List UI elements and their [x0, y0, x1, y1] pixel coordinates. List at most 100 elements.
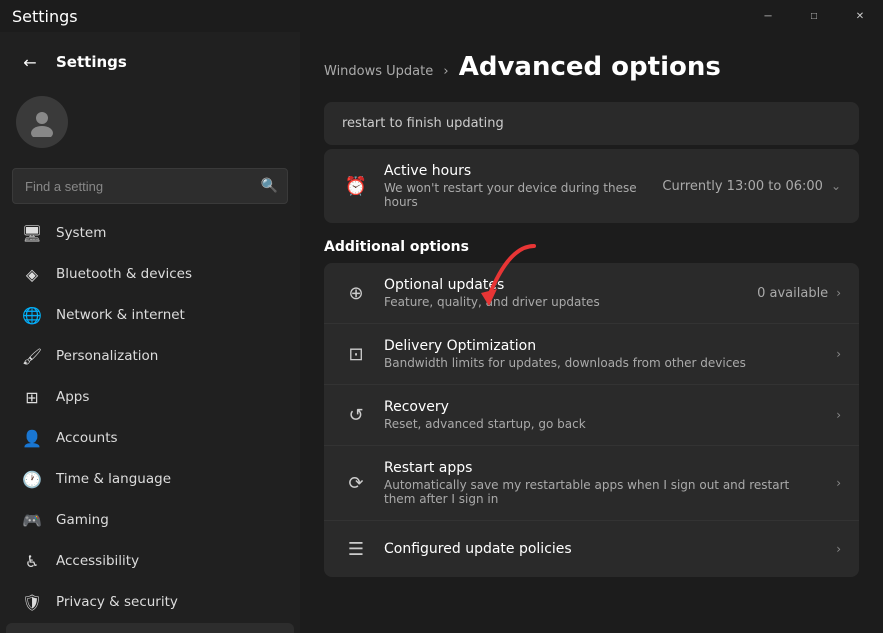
content-header: Windows Update › Advanced options	[324, 32, 859, 102]
page-title: Advanced options	[459, 52, 721, 82]
sidebar-item-system[interactable]: 🖥 System	[6, 213, 294, 253]
sidebar: ← Settings 🔍 🖥 System ◈ Bluetooth & devices…	[0, 32, 300, 633]
delivery-optimization-right: ›	[836, 347, 841, 361]
recovery-subtitle: Reset, advanced startup, go back	[384, 417, 822, 431]
sidebar-label-bluetooth: Bluetooth & devices	[56, 266, 192, 282]
active-hours-value: Currently 13:00 to 06:00	[662, 179, 823, 194]
search-box: 🔍	[12, 168, 288, 204]
avatar	[16, 96, 68, 148]
optional-updates-subtitle: Feature, quality, and driver updates	[384, 295, 743, 309]
restart-notice-row: restart to finish updating	[324, 102, 859, 145]
accounts-icon: 👤	[22, 428, 42, 448]
sidebar-label-apps: Apps	[56, 389, 89, 405]
active-hours-text: Active hours We won't restart your devic…	[384, 163, 648, 209]
content-area: Windows Update › Advanced options restar…	[300, 32, 883, 633]
optional-updates-chevron-icon: ›	[836, 286, 841, 300]
restart-apps-subtitle: Automatically save my restartable apps w…	[384, 478, 822, 506]
titlebar-controls: ─ □ ✕	[745, 0, 883, 32]
apps-icon: ⊞	[22, 387, 42, 407]
nav-list: 🖥 System ◈ Bluetooth & devices 🌐 Network & in…	[0, 212, 300, 633]
recovery-right: ›	[836, 408, 841, 422]
optional-updates-value: 0 available	[757, 286, 828, 301]
personalization-icon: 🖌	[22, 346, 42, 366]
restart-apps-row[interactable]: ⟳ Restart apps Automatically save my resta…	[324, 446, 859, 521]
recovery-title: Recovery	[384, 399, 822, 415]
restart-apps-right: ›	[836, 476, 841, 490]
active-hours-card[interactable]: ⏰ Active hours We won't restart your dev…	[324, 149, 859, 223]
time-icon: 🕐	[22, 469, 42, 489]
sidebar-item-accessibility[interactable]: ♿ Accessibility	[6, 541, 294, 581]
restart-apps-chevron-icon: ›	[836, 476, 841, 490]
restart-notice-text: restart to finish updating	[342, 116, 504, 131]
close-button[interactable]: ✕	[837, 0, 883, 32]
options-card: ⊕ Optional updates Feature, quality, and d…	[324, 263, 859, 577]
recovery-chevron-icon: ›	[836, 408, 841, 422]
additional-options-label: Additional options	[324, 239, 859, 255]
optional-updates-title: Optional updates	[384, 277, 743, 293]
sidebar-item-personalization[interactable]: 🖌Personalization	[6, 336, 294, 376]
restart-apps-text: Restart apps Automatically save my restar…	[384, 460, 822, 506]
breadcrumb: Windows Update › Advanced options	[324, 52, 859, 82]
sidebar-item-accounts[interactable]: 👤 Accounts	[6, 418, 294, 458]
optional-updates-row[interactable]: ⊕ Optional updates Feature, quality, and d…	[324, 263, 859, 324]
active-hours-icon: ⏰	[342, 172, 370, 200]
restart-apps-icon: ⟳	[342, 469, 370, 497]
configured-policies-chevron-icon: ›	[836, 542, 841, 556]
active-hours-chevron-icon: ⌄	[831, 179, 841, 193]
optional-updates-icon: ⊕	[342, 279, 370, 307]
configured-policies-title: Configured update policies	[384, 541, 822, 557]
user-section	[0, 88, 300, 164]
titlebar-title: Settings	[12, 7, 78, 26]
delivery-optimization-chevron-icon: ›	[836, 347, 841, 361]
configured-policies-icon: ☰	[342, 535, 370, 563]
app-title: Settings	[56, 53, 127, 71]
optional-updates-right: 0 available ›	[757, 286, 841, 301]
delivery-optimization-subtitle: Bandwidth limits for updates, downloads …	[384, 356, 822, 370]
breadcrumb-separator: ›	[443, 64, 448, 79]
back-button[interactable]: ←	[16, 48, 44, 76]
recovery-icon: ↺	[342, 401, 370, 429]
delivery-optimization-icon: ⊡	[342, 340, 370, 368]
bluetooth-icon: ◈	[22, 264, 42, 284]
configured-policies-right: ›	[836, 542, 841, 556]
sidebar-label-privacy: Privacy & security	[56, 594, 178, 610]
sidebar-label-system: System	[56, 225, 106, 241]
delivery-optimization-row[interactable]: ⊡ Delivery Optimization Bandwidth limits f…	[324, 324, 859, 385]
search-icon: 🔍	[261, 178, 278, 194]
active-hours-right: Currently 13:00 to 06:00 ⌄	[662, 179, 841, 194]
privacy-icon: 🛡	[22, 592, 42, 612]
main-layout: ← Settings 🔍 🖥 System ◈ Bluetooth & devices…	[0, 32, 883, 633]
sidebar-header: ← Settings	[0, 32, 300, 88]
network-icon: 🌐	[22, 305, 42, 325]
configured-policies-text: Configured update policies	[384, 541, 822, 557]
sidebar-item-network[interactable]: 🌐 Network & internet	[6, 295, 294, 335]
active-hours-subtitle: We won't restart your device during thes…	[384, 181, 648, 209]
accessibility-icon: ♿	[22, 551, 42, 571]
sidebar-label-gaming: Gaming	[56, 512, 109, 528]
titlebar: Settings ─ □ ✕	[0, 0, 883, 32]
sidebar-item-bluetooth[interactable]: ◈ Bluetooth & devices	[6, 254, 294, 294]
titlebar-left: Settings	[12, 7, 78, 26]
sidebar-label-accessibility: Accessibility	[56, 553, 139, 569]
sidebar-item-gaming[interactable]: 🎮Gaming	[6, 500, 294, 540]
delivery-optimization-text: Delivery Optimization Bandwidth limits fo…	[384, 338, 822, 370]
restart-apps-title: Restart apps	[384, 460, 822, 476]
maximize-button[interactable]: □	[791, 0, 837, 32]
sidebar-label-time: Time & language	[56, 471, 171, 487]
configured-policies-row[interactable]: ☰ Configured update policies ›	[324, 521, 859, 577]
recovery-row[interactable]: ↺ Recovery Reset, advanced startup, go bac…	[324, 385, 859, 446]
search-input[interactable]	[12, 168, 288, 204]
system-icon: 🖥	[22, 223, 42, 243]
breadcrumb-link[interactable]: Windows Update	[324, 64, 433, 79]
sidebar-item-apps[interactable]: ⊞ Apps	[6, 377, 294, 417]
sidebar-item-privacy[interactable]: 🛡 Privacy & security	[6, 582, 294, 622]
delivery-optimization-title: Delivery Optimization	[384, 338, 822, 354]
sidebar-label-accounts: Accounts	[56, 430, 118, 446]
optional-updates-text: Optional updates Feature, quality, and dr…	[384, 277, 743, 309]
active-hours-row[interactable]: ⏰ Active hours We won't restart your dev…	[324, 149, 859, 223]
minimize-button[interactable]: ─	[745, 0, 791, 32]
recovery-text: Recovery Reset, advanced startup, go back	[384, 399, 822, 431]
sidebar-item-time[interactable]: 🕐 Time & language	[6, 459, 294, 499]
sidebar-item-windows-update[interactable]: 🔄Windows Update	[6, 623, 294, 633]
sidebar-label-network: Network & internet	[56, 307, 185, 323]
